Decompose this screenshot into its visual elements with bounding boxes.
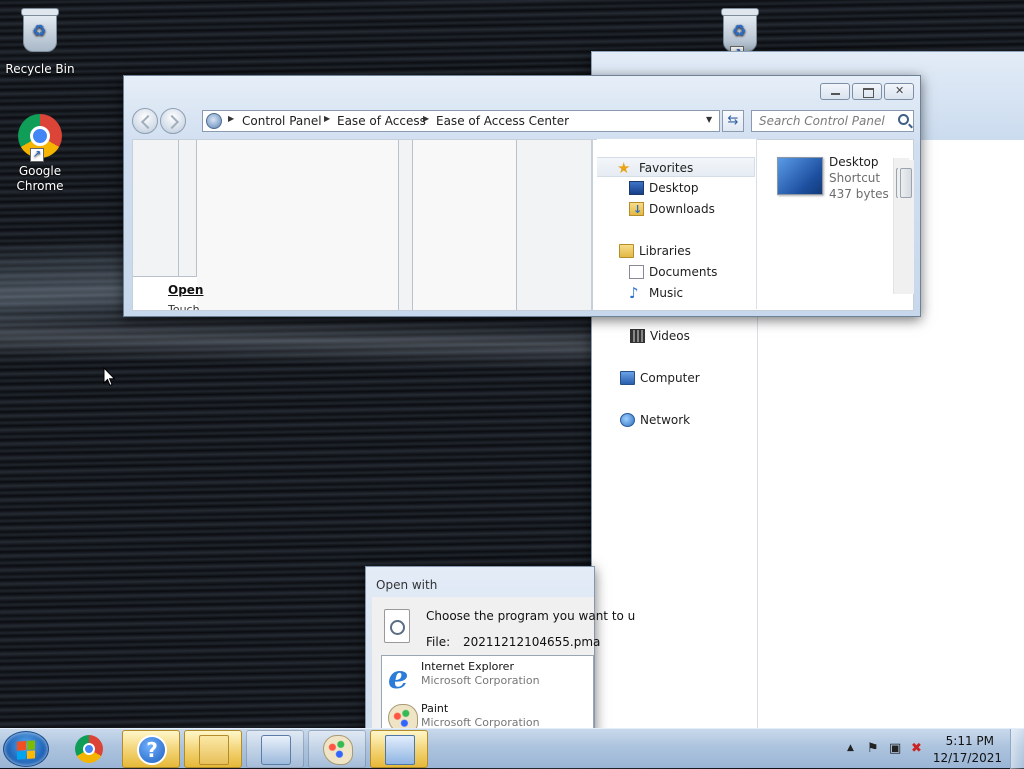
libraries-icon: [619, 244, 634, 258]
paint-icon: [323, 735, 353, 765]
internet-explorer-icon: e: [388, 658, 409, 696]
refresh-icon: ⇆: [727, 113, 739, 128]
content-pane: [413, 140, 517, 310]
nav-item-downloads[interactable]: Downloads: [597, 199, 755, 220]
chevron-up-icon[interactable]: ▲: [847, 743, 854, 753]
forward-button[interactable]: [160, 108, 186, 134]
open-subtext: Touch: [168, 303, 200, 311]
computer-icon: [620, 371, 635, 385]
music-icon: ♪: [629, 284, 639, 302]
taskbar: ? ▲ ⚑ ▣ ✖ 5:11 PM 12/17/2021: [0, 728, 1024, 769]
folder-icon: [199, 735, 229, 765]
show-desktop-button[interactable]: [1010, 729, 1024, 769]
system-tray: ▲ ⚑ ▣ ✖ 5:11 PM 12/17/2021: [839, 729, 1024, 769]
file-name: 20211212104655.pma: [463, 635, 601, 649]
nav-item-music[interactable]: ♪ Music: [597, 283, 755, 303]
volume-muted-icon[interactable]: ✖: [911, 741, 922, 756]
downloads-icon: [629, 200, 644, 220]
program-list: e Internet Explorer Microsoft Corporatio…: [381, 655, 594, 735]
minimize-button[interactable]: [820, 83, 850, 100]
desktop-icon-label: Google Chrome: [16, 164, 64, 193]
nav-item-videos[interactable]: Videos: [598, 326, 756, 346]
taskbar-help[interactable]: ?: [122, 730, 180, 768]
nav-item-libraries[interactable]: Libraries: [597, 241, 755, 261]
back-button[interactable]: [132, 108, 158, 134]
action-center-flag-icon[interactable]: ⚑: [867, 741, 879, 756]
nav-item-network[interactable]: Network: [598, 410, 756, 430]
breadcrumb-ease-of-access-center[interactable]: Ease of Access Center: [436, 114, 569, 128]
nav-item-desktop[interactable]: Desktop: [597, 178, 755, 198]
dialog-body: Choose the program you want to u File: 2…: [372, 597, 635, 735]
desktop-icon: [629, 181, 644, 195]
close-button[interactable]: [884, 83, 914, 100]
program-item-internet-explorer[interactable]: e Internet Explorer Microsoft Corporatio…: [388, 660, 598, 700]
open-with-dialog[interactable]: Open with Choose the program you want to…: [365, 566, 635, 736]
nav-item-favorites[interactable]: ★ Favorites: [597, 157, 755, 177]
chevron-right-icon: ▶: [228, 114, 235, 123]
nav-item-documents[interactable]: Documents: [597, 262, 755, 282]
windows-logo-icon: [17, 740, 35, 760]
chevron-right-icon: ▶: [423, 114, 430, 123]
maximize-button[interactable]: [852, 83, 882, 100]
taskbar-control-panel[interactable]: [370, 730, 428, 768]
nav-item-computer[interactable]: Computer: [598, 368, 756, 388]
vertical-scrollbar[interactable]: [898, 160, 914, 294]
control-panel-content: Open Touch: [132, 139, 592, 311]
file-label: File:: [426, 635, 451, 649]
dialog-title: Open with: [376, 578, 438, 592]
mouse-cursor-icon: [103, 366, 116, 390]
dialog-prompt: Choose the program you want to u: [426, 609, 636, 623]
file-search-icon: [384, 609, 410, 643]
address-bar[interactable]: ▶ Control Panel ▶ Ease of Access ▶ Ease …: [202, 110, 720, 132]
control-panel-icon: [206, 113, 222, 129]
breadcrumb-ease-of-access[interactable]: Ease of Access: [337, 114, 426, 128]
clock-time[interactable]: 5:11 PM: [946, 734, 994, 748]
network-tray-icon[interactable]: ▣: [889, 741, 901, 756]
refresh-button[interactable]: ⇆: [722, 110, 744, 132]
desktop-shortcut-icon: [777, 157, 823, 195]
documents-icon: [629, 265, 644, 279]
start-button[interactable]: [3, 731, 49, 767]
address-dropdown-button[interactable]: [701, 111, 719, 131]
clock-date[interactable]: 12/17/2021: [933, 751, 1002, 765]
control-panel-icon: [385, 735, 415, 765]
help-icon: ?: [137, 735, 167, 765]
taskbar-remote-desktop[interactable]: [246, 730, 304, 768]
scrollbar-thumb[interactable]: [900, 168, 912, 198]
taskbar-explorer[interactable]: [184, 730, 242, 768]
shortcut-arrow-icon: ↗: [30, 148, 44, 162]
search-input[interactable]: Search Control Panel: [751, 110, 914, 132]
content-pane: [399, 140, 413, 310]
content-pane: [517, 140, 591, 310]
recycle-bin-icon: [16, 8, 64, 60]
videos-icon: [630, 329, 645, 343]
caption-buttons: [820, 83, 914, 101]
content-pane: [197, 140, 399, 310]
open-link[interactable]: Open: [168, 283, 203, 297]
chevron-right-icon: ▶: [324, 114, 331, 123]
chrome-icon: ↗: [16, 114, 64, 162]
breadcrumb-control-panel[interactable]: Control Panel: [242, 114, 322, 128]
chrome-icon: [75, 735, 105, 765]
network-icon: [620, 413, 635, 427]
desktop-icon-recycle-bin[interactable]: Recycle Bin: [0, 8, 80, 77]
navigation-pane-visible: ★ Favorites Desktop Downloads Libraries …: [597, 139, 757, 309]
remote-desktop-icon: [261, 735, 291, 765]
taskbar-paint[interactable]: [308, 730, 366, 768]
desktop-icon-google-chrome[interactable]: ↗ Google Chrome: [0, 112, 80, 194]
taskbar-chrome[interactable]: [60, 730, 118, 768]
star-icon: ★: [617, 159, 631, 177]
search-icon: [898, 114, 909, 125]
nav-buttons: [132, 108, 188, 134]
desktop-icon-label: Recycle Bin: [5, 62, 75, 76]
